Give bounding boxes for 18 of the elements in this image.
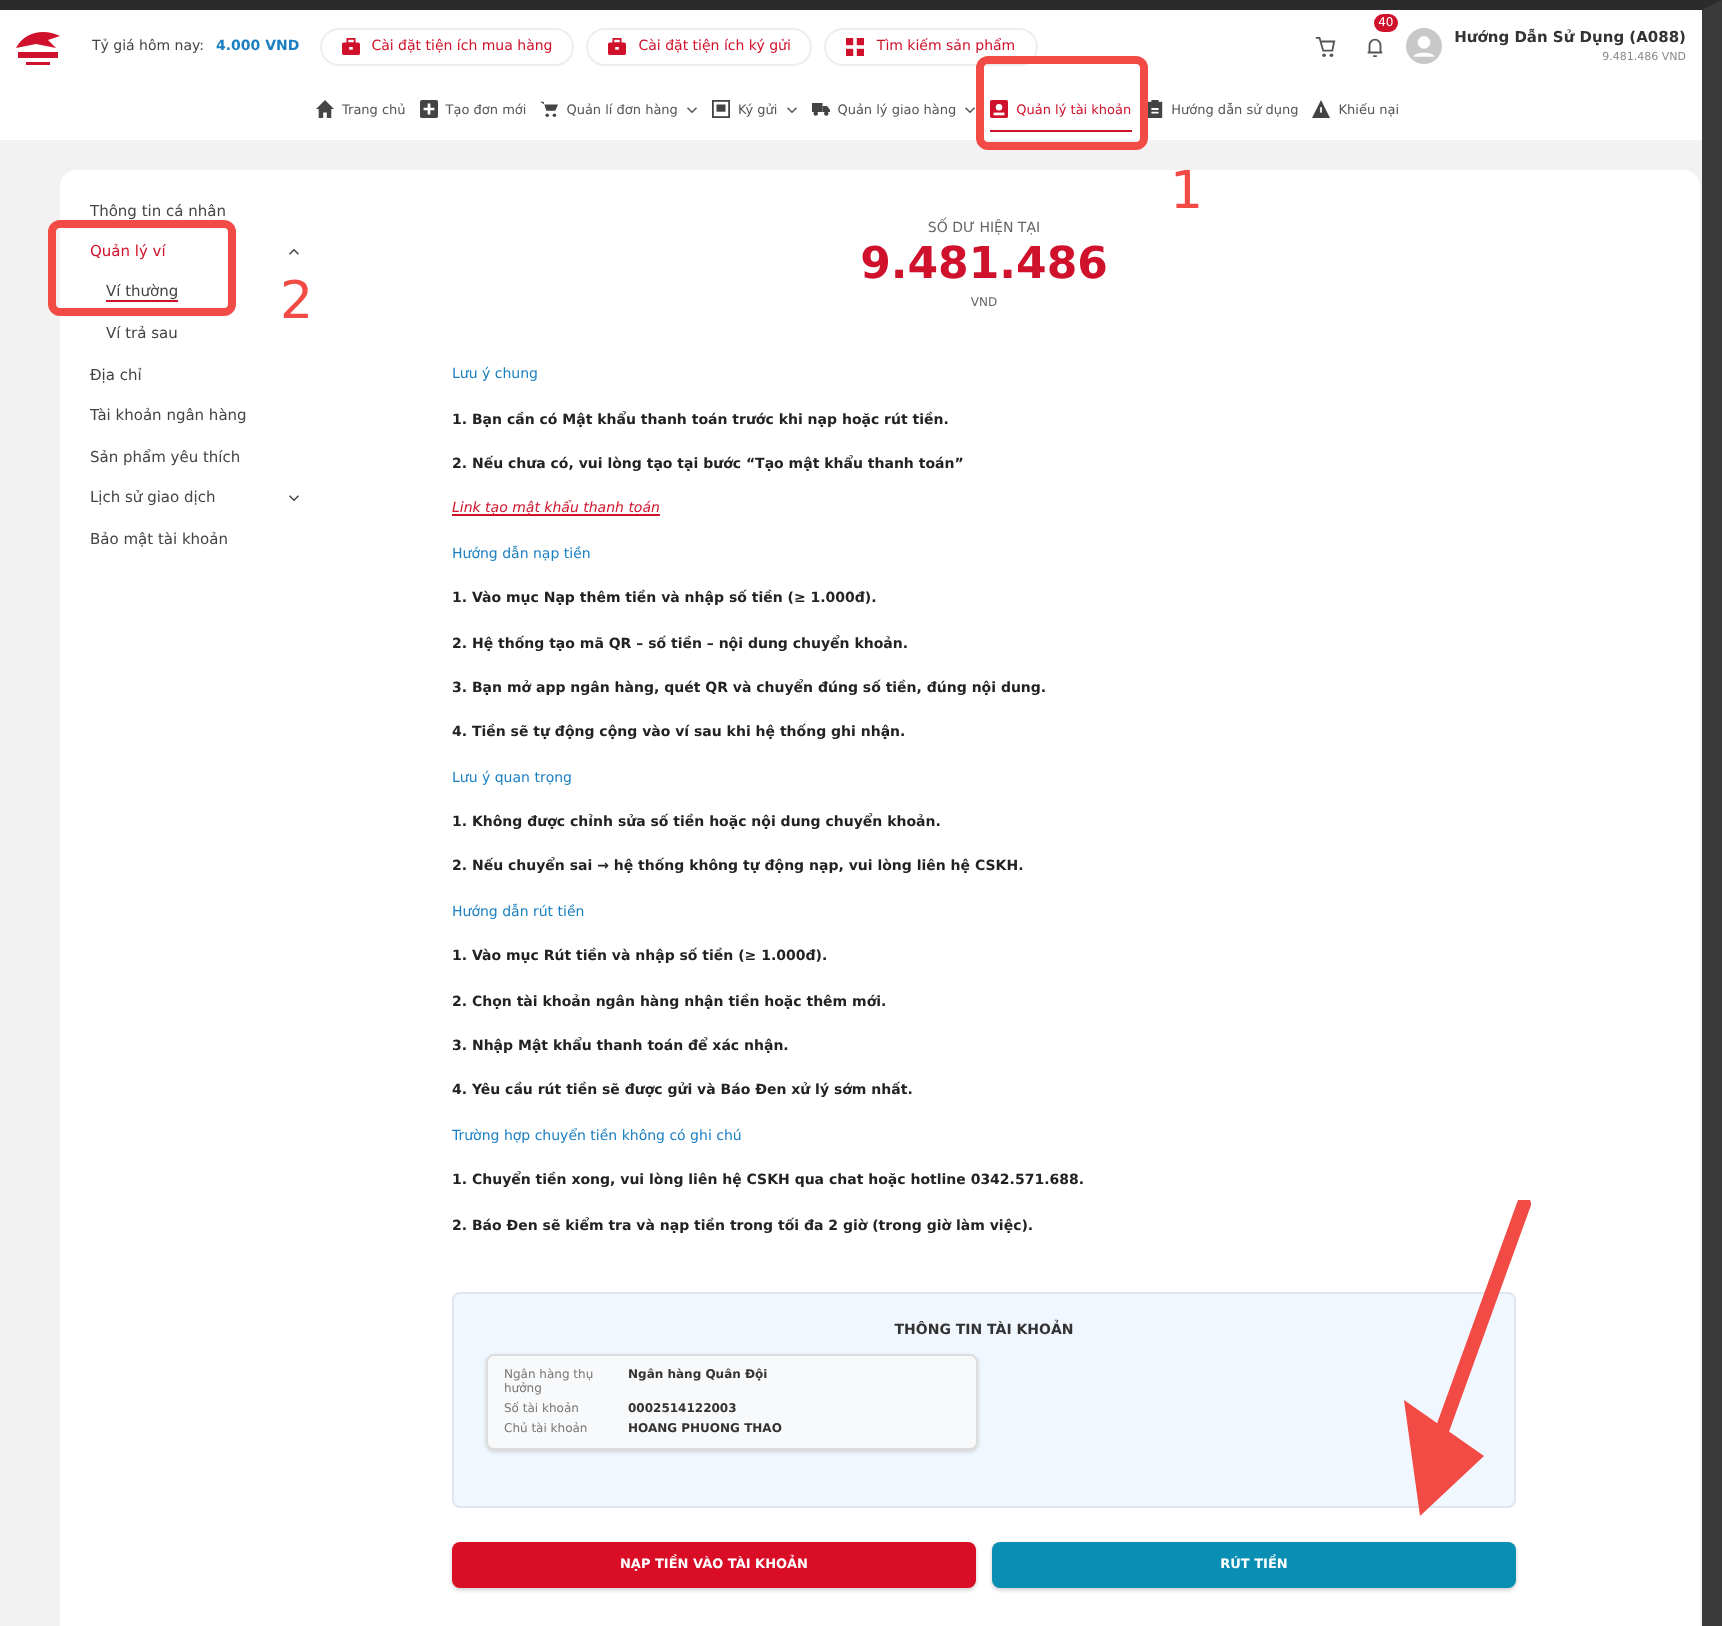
plus-square-icon xyxy=(419,100,438,118)
chevron-down-icon xyxy=(685,105,698,113)
step-number: 1 xyxy=(1170,166,1204,218)
cart-icon xyxy=(540,100,559,118)
box-icon xyxy=(711,100,730,118)
chevron-down-icon xyxy=(785,105,798,113)
warning-icon xyxy=(1312,100,1331,118)
cart-icon[interactable] xyxy=(1314,35,1337,57)
truck-icon xyxy=(811,100,830,118)
toolbox-icon xyxy=(608,37,627,55)
balance-amount: 9.481.486 xyxy=(860,240,1108,290)
bell-icon[interactable] xyxy=(1364,35,1387,57)
step-number: 2 xyxy=(280,276,314,328)
id-card-icon xyxy=(990,100,1009,118)
chevron-down-icon xyxy=(964,105,977,113)
home-icon xyxy=(316,100,334,118)
grid-icon xyxy=(846,37,865,55)
toolbox-icon xyxy=(341,37,360,55)
